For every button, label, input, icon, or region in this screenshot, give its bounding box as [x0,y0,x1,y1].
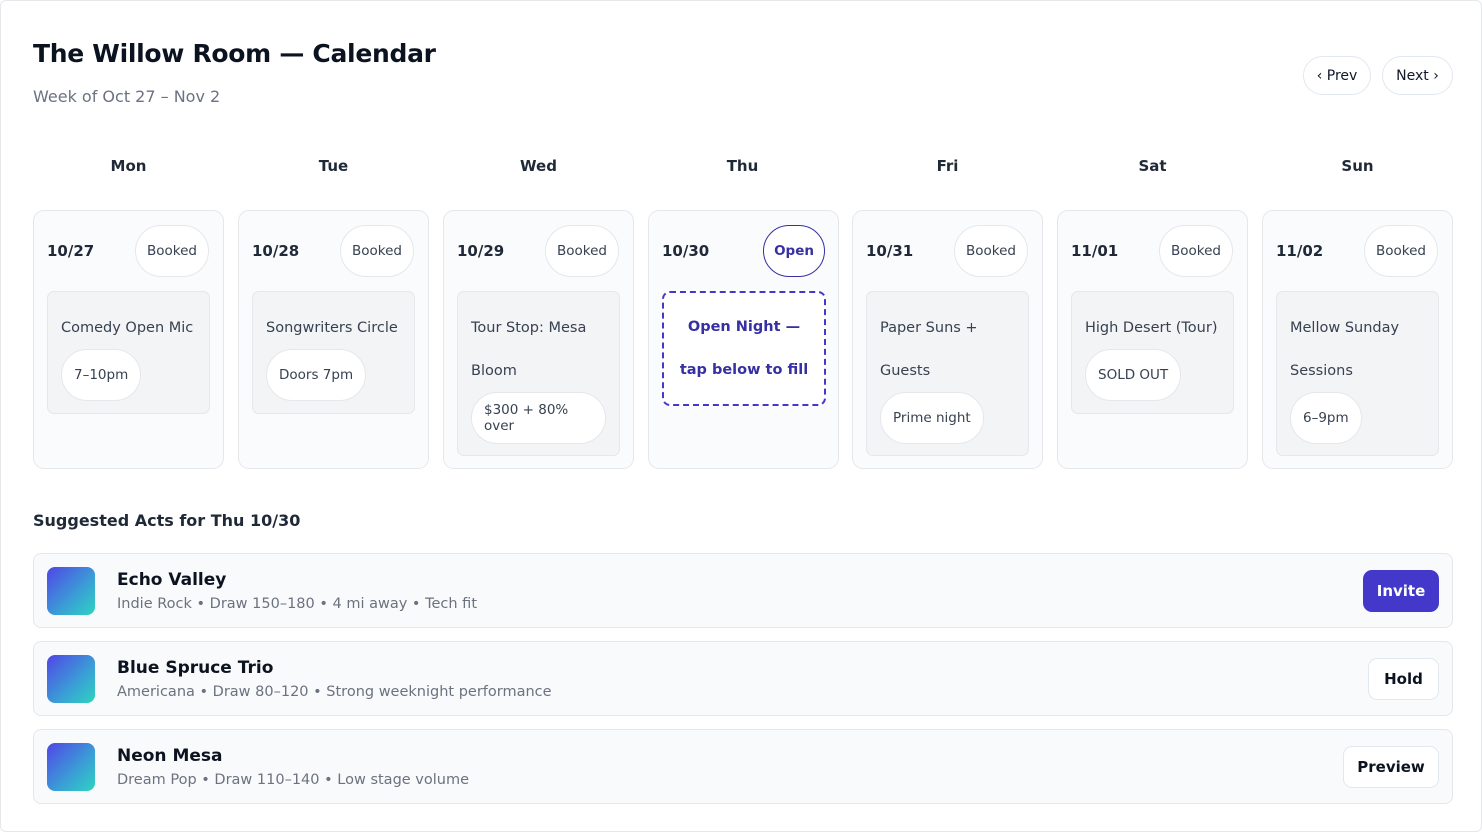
day-card-tue[interactable]: 10/28 Booked Songwriters Circle Doors 7p… [238,210,429,469]
act-meta: Indie Rock • Draw 150–180 • 4 mi away • … [117,596,478,612]
event-title-line-2: Guests [880,363,931,379]
status-badge: Booked [954,225,1028,277]
day-card-fri[interactable]: 10/31 Booked Paper Suns + Guests Prime n… [852,210,1043,469]
event-card[interactable]: Comedy Open Mic 7–10pm [47,291,210,414]
open-night-slot[interactable]: Open Night — tap below to fill [662,291,826,406]
event-title-line-1: Paper Suns + [880,320,978,336]
day-date: 10/29 [457,242,505,260]
day-date: 10/31 [866,242,914,260]
event-tag: Doors 7pm [266,349,367,401]
event-title-line-2: Bloom [471,363,517,379]
status-badge: Booked [340,225,414,277]
event-tag: 6–9pm [1290,392,1362,444]
next-week-button[interactable]: Next › [1382,56,1453,95]
event-tag: Prime night [880,392,984,444]
status-badge: Booked [1159,225,1233,277]
day-date: 10/28 [252,242,300,260]
event-card[interactable]: Tour Stop: Mesa Bloom $300 + 80% over [457,291,620,456]
event-card[interactable]: Paper Suns + Guests Prime night [866,291,1029,456]
dow-sat: Sat [1138,157,1167,175]
act-avatar [47,743,95,791]
act-name: Neon Mesa [117,746,223,766]
suggested-acts-title: Suggested Acts for Thu 10/30 [33,511,301,530]
event-title: Comedy Open Mic [61,320,194,336]
open-slot-line-2: tap below to fill [679,361,809,378]
prev-week-button[interactable]: ‹ Prev [1303,56,1371,95]
dow-thu: Thu [726,157,759,175]
act-row-echo-valley: Echo Valley Indie Rock • Draw 150–180 • … [33,553,1453,628]
status-badge: Booked [135,225,209,277]
event-title-line-1: Mellow Sunday [1290,320,1400,336]
event-tag: SOLD OUT [1085,349,1182,401]
event-title-line-2: Sessions [1290,363,1353,379]
act-meta: Dream Pop • Draw 110–140 • Low stage vol… [117,772,470,788]
event-tag: $300 + 80% over [471,392,606,444]
invite-button[interactable]: Invite [1363,570,1439,612]
event-card[interactable]: Songwriters Circle Doors 7pm [252,291,415,414]
dow-wed: Wed [520,157,557,175]
dow-sun: Sun [1341,157,1374,175]
dow-tue: Tue [318,157,349,175]
act-name: Blue Spruce Trio [117,658,274,678]
act-avatar [47,567,95,615]
dow-fri: Fri [936,157,959,175]
day-of-week-header: Mon Tue Wed Thu Fri Sat Sun [33,157,1453,179]
day-card-sun[interactable]: 11/02 Booked Mellow Sunday Sessions 6–9p… [1262,210,1453,469]
dow-mon: Mon [110,157,147,175]
act-meta: Americana • Draw 80–120 • Strong weeknig… [117,684,552,700]
act-avatar [47,655,95,703]
act-name: Echo Valley [117,570,227,590]
event-card[interactable]: High Desert (Tour) SOLD OUT [1071,291,1234,414]
day-date: 10/30 [662,242,710,260]
hold-button[interactable]: Hold [1368,658,1439,700]
week-subtitle: Week of Oct 27 – Nov 2 [33,87,221,106]
status-badge: Booked [1364,225,1438,277]
open-slot-line-1: Open Night — [687,318,801,335]
day-card-thu[interactable]: 10/30 Open Open Night — tap below to fil… [648,210,839,469]
act-row-neon-mesa: Neon Mesa Dream Pop • Draw 110–140 • Low… [33,729,1453,804]
app-window: The Willow Room — Calendar Week of Oct 2… [0,0,1482,832]
day-date: 11/02 [1276,242,1324,260]
day-date: 10/27 [47,242,95,260]
event-tag: 7–10pm [61,349,142,401]
preview-button[interactable]: Preview [1343,746,1439,788]
event-title: Songwriters Circle [266,320,398,336]
status-badge: Booked [545,225,619,277]
event-title-line-1: Tour Stop: Mesa [471,320,587,336]
page-title: The Willow Room — Calendar [33,39,436,68]
event-card[interactable]: Mellow Sunday Sessions 6–9pm [1276,291,1439,456]
act-row-blue-spruce-trio: Blue Spruce Trio Americana • Draw 80–120… [33,641,1453,716]
status-badge-open: Open [763,225,825,277]
day-card-mon[interactable]: 10/27 Booked Comedy Open Mic 7–10pm [33,210,224,469]
day-date: 11/01 [1071,242,1119,260]
event-title: High Desert (Tour) [1085,320,1218,336]
day-card-sat[interactable]: 11/01 Booked High Desert (Tour) SOLD OUT [1057,210,1248,469]
day-card-wed[interactable]: 10/29 Booked Tour Stop: Mesa Bloom $300 … [443,210,634,469]
